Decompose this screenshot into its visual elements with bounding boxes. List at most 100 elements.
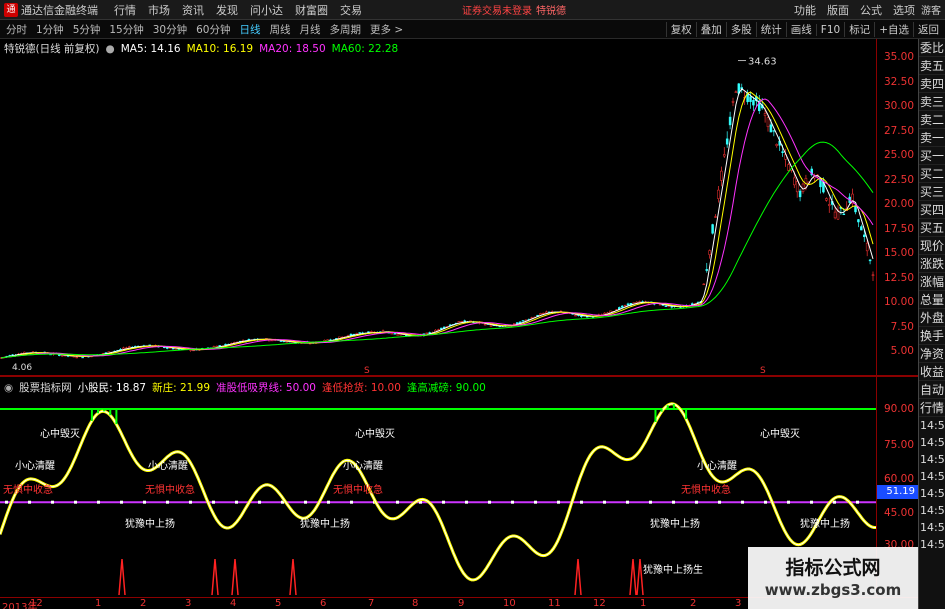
period-tab[interactable]: 多周期 (330, 22, 362, 37)
side-time: 14:50 (920, 521, 945, 534)
mid-dot (511, 500, 514, 504)
side-tab[interactable]: 现价 (919, 237, 945, 255)
side-tab[interactable]: 收益 (919, 363, 945, 381)
period-tab[interactable]: 月线 (300, 22, 321, 37)
main-legend: 特锐德(日线 前复权) ● MA5: 14.16 MA10: 16.19 MA2… (4, 41, 404, 56)
candle-body (795, 181, 799, 193)
indicator-gear-icon[interactable]: ◉ (4, 382, 13, 394)
side-tab[interactable]: 买二 (919, 165, 945, 183)
guest-button[interactable]: 游客 (921, 2, 941, 17)
menu-quotes[interactable]: 行情 (114, 2, 136, 18)
date-tick-label: 12 (593, 598, 606, 609)
toolbar-button[interactable]: 画线 (785, 22, 816, 37)
candle-body (854, 206, 857, 213)
toolbar-button[interactable]: 返回 (913, 22, 943, 37)
side-tab[interactable]: 卖二 (919, 111, 945, 129)
candle-body (857, 219, 860, 223)
indicator-legend-item: 新庄: 21.99 (152, 382, 211, 394)
mid-dot (51, 500, 54, 504)
period-tab[interactable]: 更多 > (370, 22, 403, 37)
side-tab[interactable]: 卖一 (919, 129, 945, 147)
period-tab[interactable]: 分时 (6, 22, 27, 37)
toolbar-button[interactable]: 叠加 (695, 22, 726, 37)
annotation-small-heart: 小心清醒 (15, 459, 55, 472)
date-tick-label: 1 (95, 598, 102, 609)
mid-dot (189, 500, 192, 504)
toolbar-button[interactable]: +自选 (874, 22, 913, 37)
buy-signal-spike (289, 558, 297, 596)
buy-signal-spike (629, 558, 637, 596)
toolbar-button[interactable]: 标记 (844, 22, 874, 37)
candle-body (60, 355, 64, 357)
side-tab[interactable]: 委比 (919, 39, 945, 57)
period-tab[interactable]: 5分钟 (73, 22, 101, 37)
toolbar-button[interactable]: F10 (815, 23, 844, 36)
ma10-label: MA10: 16.19 (186, 42, 254, 55)
side-tab[interactable]: 涨幅 (919, 273, 945, 291)
side-tab[interactable]: 自动 (919, 381, 945, 399)
period-tab[interactable]: 15分钟 (109, 22, 143, 37)
menu-wealth-circle[interactable]: 财富圈 (295, 2, 328, 18)
mid-dot (603, 500, 606, 504)
toolbar-button[interactable]: 统计 (755, 22, 786, 37)
annotation-xin-zhong: 心中毁灭 (355, 427, 395, 440)
menu-trade[interactable]: 交易 (340, 2, 362, 18)
candle-body (664, 305, 668, 307)
annotation-small-heart: 小心清醒 (697, 459, 737, 472)
toolbar-button[interactable]: 复权 (665, 22, 696, 37)
mid-dot (28, 500, 31, 504)
menu-market[interactable]: 市场 (148, 2, 170, 18)
side-tab[interactable]: 行情 (919, 399, 945, 417)
login-notice[interactable]: 证券交易未登录 特锐德 (462, 2, 566, 17)
side-tab[interactable]: 买三 (919, 183, 945, 201)
candle-body (396, 334, 399, 336)
menu-discover[interactable]: 发现 (216, 2, 238, 18)
menu-formula[interactable]: 公式 (860, 2, 882, 18)
toolbar-button[interactable]: 多股 (725, 22, 756, 37)
candle-body (871, 274, 875, 276)
main-legend-gear-icon[interactable]: ● (106, 43, 115, 55)
side-tab[interactable]: 换手 (919, 327, 945, 345)
menu-options[interactable]: 选项 (893, 2, 915, 18)
date-tick-label: 6 (320, 598, 327, 609)
candle-body (787, 164, 790, 171)
candle-body (620, 305, 624, 308)
mid-dot (534, 500, 537, 504)
candle-body (224, 343, 227, 346)
period-tab[interactable]: 1分钟 (36, 22, 64, 37)
side-tab[interactable]: 外盘 (919, 309, 945, 327)
date-tick-label: 10 (503, 598, 516, 609)
period-tab[interactable]: 日线 (240, 22, 261, 37)
side-tab[interactable]: 买五 (919, 219, 945, 237)
candle-body (772, 130, 776, 132)
side-tab[interactable]: 买一 (919, 147, 945, 165)
annotation-rising: 犹豫中上扬 (650, 517, 700, 530)
side-tab[interactable]: 卖五 (919, 57, 945, 75)
candle-body (483, 324, 487, 326)
menu-layout[interactable]: 版面 (827, 2, 849, 18)
menu-ask-assistant[interactable]: 问小达 (250, 2, 283, 18)
menu-function[interactable]: 功能 (794, 2, 816, 18)
side-tab[interactable]: 买四 (919, 201, 945, 219)
price-tick-label: 35.00 (883, 51, 914, 63)
side-tab[interactable]: 净资 (919, 345, 945, 363)
side-tab[interactable]: 卖四 (919, 75, 945, 93)
side-tab[interactable]: 总量 (919, 291, 945, 309)
app-title: 通达信金融终端 (21, 3, 98, 17)
candle-body (580, 315, 583, 317)
period-tab[interactable]: 周线 (270, 22, 291, 37)
mid-dot (304, 500, 307, 504)
period-tab[interactable]: 60分钟 (196, 22, 230, 37)
mid-dot (5, 500, 8, 504)
candlestick-chart[interactable]: 34.63 4.06 S S (0, 39, 918, 375)
mid-dot (488, 500, 491, 504)
side-time: 14:50 (920, 538, 945, 551)
candle-body (731, 101, 735, 103)
side-tab[interactable]: 涨跌 (919, 255, 945, 273)
side-tab[interactable]: 卖三 (919, 93, 945, 111)
period-tab[interactable]: 30分钟 (153, 22, 187, 37)
menu-news[interactable]: 资讯 (182, 2, 204, 18)
candle-body (128, 346, 131, 348)
price-tick-label: 17.50 (883, 222, 914, 235)
marker-s: S (364, 366, 370, 375)
